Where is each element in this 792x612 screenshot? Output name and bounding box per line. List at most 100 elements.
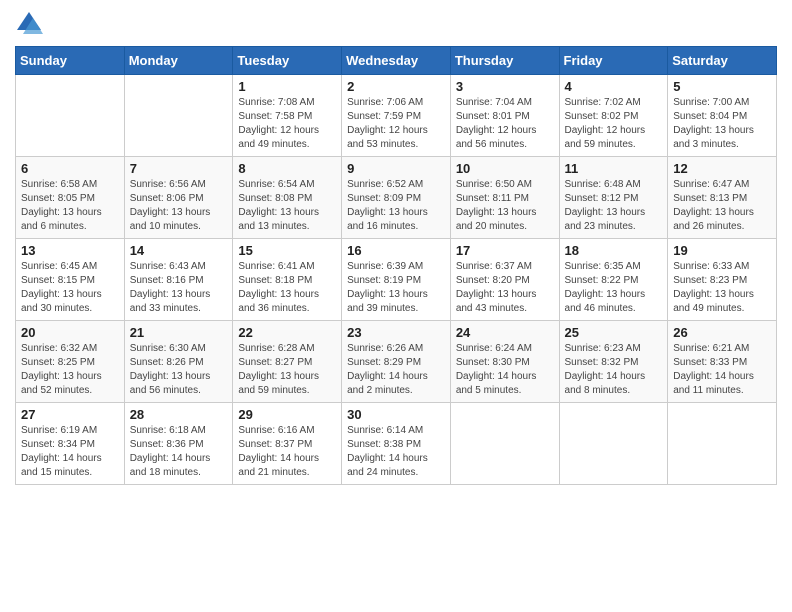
day-number: 18 [565, 243, 663, 258]
day-info: Sunrise: 6:30 AM Sunset: 8:26 PM Dayligh… [130, 342, 228, 398]
calendar-cell [559, 403, 668, 485]
calendar-cell: 7 Sunrise: 6:56 AM Sunset: 8:06 PM Daylig… [124, 157, 233, 239]
calendar-cell: 4Sunrise: 7:02 AM Sunset: 8:02 PM Daylig… [559, 75, 668, 157]
weekday-header: Tuesday [233, 47, 342, 75]
calendar-cell: 21 Sunrise: 6:30 AM Sunset: 8:26 PM Dayli… [124, 321, 233, 403]
day-number: 13 [21, 243, 119, 258]
day-number: 27 [21, 407, 119, 422]
calendar-cell: 22 Sunrise: 6:28 AM Sunset: 8:27 PM Dayli… [233, 321, 342, 403]
day-info: Sunrise: 7:06 AM Sunset: 7:59 PM Dayligh… [347, 96, 445, 152]
day-number: 17 [456, 243, 554, 258]
day-info: Sunrise: 7:00 AM Sunset: 8:04 PM Dayligh… [673, 96, 771, 152]
day-number: 8 [238, 161, 336, 176]
day-info: Sunrise: 6:19 AM Sunset: 8:34 PM Dayligh… [21, 424, 119, 480]
calendar-cell: 13 Sunrise: 6:45 AM Sunset: 8:15 PM Dayli… [16, 239, 125, 321]
day-info: Sunrise: 6:43 AM Sunset: 8:16 PM Dayligh… [130, 260, 228, 316]
day-number: 12 [673, 161, 771, 176]
calendar-cell: 2 Sunrise: 7:06 AM Sunset: 7:59 PM Daylig… [342, 75, 451, 157]
calendar-cell: 26Sunrise: 6:21 AM Sunset: 8:33 PM Dayli… [668, 321, 777, 403]
day-number: 5 [673, 79, 771, 94]
day-number: 10 [456, 161, 554, 176]
day-number: 6 [21, 161, 119, 176]
calendar-cell: 30 Sunrise: 6:14 AM Sunset: 8:38 PM Dayli… [342, 403, 451, 485]
calendar-cell: 11 Sunrise: 6:48 AM Sunset: 8:12 PM Dayli… [559, 157, 668, 239]
page: SundayMondayTuesdayWednesdayThursdayFrid… [0, 0, 792, 612]
weekday-header: Friday [559, 47, 668, 75]
calendar-cell: 6 Sunrise: 6:58 AM Sunset: 8:05 PM Daylig… [16, 157, 125, 239]
calendar-cell: 17 Sunrise: 6:37 AM Sunset: 8:20 PM Dayli… [450, 239, 559, 321]
day-number: 21 [130, 325, 228, 340]
day-number: 9 [347, 161, 445, 176]
day-info: Sunrise: 6:47 AM Sunset: 8:13 PM Dayligh… [673, 178, 771, 234]
day-info: Sunrise: 6:58 AM Sunset: 8:05 PM Dayligh… [21, 178, 119, 234]
calendar-cell: 18 Sunrise: 6:35 AM Sunset: 8:22 PM Dayli… [559, 239, 668, 321]
day-number: 7 [130, 161, 228, 176]
calendar-cell: 20Sunrise: 6:32 AM Sunset: 8:25 PM Dayli… [16, 321, 125, 403]
weekday-header: Sunday [16, 47, 125, 75]
calendar-cell [668, 403, 777, 485]
calendar: SundayMondayTuesdayWednesdayThursdayFrid… [15, 46, 777, 485]
day-info: Sunrise: 6:28 AM Sunset: 8:27 PM Dayligh… [238, 342, 336, 398]
calendar-cell: 25 Sunrise: 6:23 AM Sunset: 8:32 PM Dayli… [559, 321, 668, 403]
day-info: Sunrise: 6:41 AM Sunset: 8:18 PM Dayligh… [238, 260, 336, 316]
day-info: Sunrise: 6:18 AM Sunset: 8:36 PM Dayligh… [130, 424, 228, 480]
day-info: Sunrise: 6:14 AM Sunset: 8:38 PM Dayligh… [347, 424, 445, 480]
weekday-header: Wednesday [342, 47, 451, 75]
weekday-header: Thursday [450, 47, 559, 75]
header [15, 10, 777, 38]
logo-icon [15, 10, 43, 38]
day-number: 23 [347, 325, 445, 340]
calendar-cell: 24 Sunrise: 6:24 AM Sunset: 8:30 PM Dayli… [450, 321, 559, 403]
calendar-cell: 15 Sunrise: 6:41 AM Sunset: 8:18 PM Dayli… [233, 239, 342, 321]
day-info: Sunrise: 6:39 AM Sunset: 8:19 PM Dayligh… [347, 260, 445, 316]
calendar-cell: 29Sunrise: 6:16 AM Sunset: 8:37 PM Dayli… [233, 403, 342, 485]
day-info: Sunrise: 6:35 AM Sunset: 8:22 PM Dayligh… [565, 260, 663, 316]
calendar-week-row: 1 Sunrise: 7:08 AM Sunset: 7:58 PM Daylig… [16, 75, 777, 157]
day-info: Sunrise: 6:37 AM Sunset: 8:20 PM Dayligh… [456, 260, 554, 316]
calendar-cell [124, 75, 233, 157]
day-number: 26 [673, 325, 771, 340]
day-info: Sunrise: 7:02 AM Sunset: 8:02 PM Dayligh… [565, 96, 663, 152]
day-number: 11 [565, 161, 663, 176]
day-number: 15 [238, 243, 336, 258]
weekday-header: Saturday [668, 47, 777, 75]
day-number: 16 [347, 243, 445, 258]
calendar-week-row: 20Sunrise: 6:32 AM Sunset: 8:25 PM Dayli… [16, 321, 777, 403]
day-number: 30 [347, 407, 445, 422]
calendar-week-row: 27 Sunrise: 6:19 AM Sunset: 8:34 PM Dayli… [16, 403, 777, 485]
day-number: 22 [238, 325, 336, 340]
calendar-cell: 1 Sunrise: 7:08 AM Sunset: 7:58 PM Daylig… [233, 75, 342, 157]
weekday-header-row: SundayMondayTuesdayWednesdayThursdayFrid… [16, 47, 777, 75]
day-info: Sunrise: 6:50 AM Sunset: 8:11 PM Dayligh… [456, 178, 554, 234]
calendar-cell [16, 75, 125, 157]
day-info: Sunrise: 6:48 AM Sunset: 8:12 PM Dayligh… [565, 178, 663, 234]
day-number: 24 [456, 325, 554, 340]
day-number: 2 [347, 79, 445, 94]
calendar-cell: 28 Sunrise: 6:18 AM Sunset: 8:36 PM Dayli… [124, 403, 233, 485]
day-number: 25 [565, 325, 663, 340]
calendar-cell: 3Sunrise: 7:04 AM Sunset: 8:01 PM Daylig… [450, 75, 559, 157]
calendar-cell: 27 Sunrise: 6:19 AM Sunset: 8:34 PM Dayli… [16, 403, 125, 485]
calendar-cell: 19 Sunrise: 6:33 AM Sunset: 8:23 PM Dayli… [668, 239, 777, 321]
day-number: 1 [238, 79, 336, 94]
calendar-cell: 16 Sunrise: 6:39 AM Sunset: 8:19 PM Dayli… [342, 239, 451, 321]
day-number: 20 [21, 325, 119, 340]
day-number: 19 [673, 243, 771, 258]
calendar-cell: 14 Sunrise: 6:43 AM Sunset: 8:16 PM Dayli… [124, 239, 233, 321]
calendar-cell: 10 Sunrise: 6:50 AM Sunset: 8:11 PM Dayli… [450, 157, 559, 239]
day-info: Sunrise: 6:56 AM Sunset: 8:06 PM Dayligh… [130, 178, 228, 234]
day-info: Sunrise: 7:08 AM Sunset: 7:58 PM Dayligh… [238, 96, 336, 152]
day-info: Sunrise: 6:24 AM Sunset: 8:30 PM Dayligh… [456, 342, 554, 398]
day-info: Sunrise: 6:23 AM Sunset: 8:32 PM Dayligh… [565, 342, 663, 398]
calendar-week-row: 13 Sunrise: 6:45 AM Sunset: 8:15 PM Dayli… [16, 239, 777, 321]
day-info: Sunrise: 6:45 AM Sunset: 8:15 PM Dayligh… [21, 260, 119, 316]
day-info: Sunrise: 6:16 AM Sunset: 8:37 PM Dayligh… [238, 424, 336, 480]
calendar-cell [450, 403, 559, 485]
day-number: 28 [130, 407, 228, 422]
calendar-cell: 9Sunrise: 6:52 AM Sunset: 8:09 PM Daylig… [342, 157, 451, 239]
day-info: Sunrise: 6:33 AM Sunset: 8:23 PM Dayligh… [673, 260, 771, 316]
calendar-cell: 12 Sunrise: 6:47 AM Sunset: 8:13 PM Dayli… [668, 157, 777, 239]
weekday-header: Monday [124, 47, 233, 75]
day-number: 14 [130, 243, 228, 258]
calendar-week-row: 6 Sunrise: 6:58 AM Sunset: 8:05 PM Daylig… [16, 157, 777, 239]
